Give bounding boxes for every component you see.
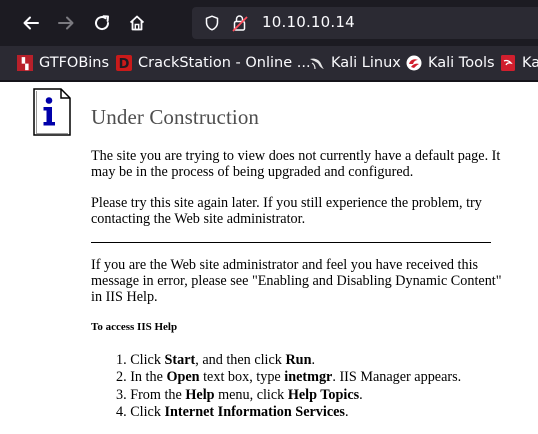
list-item: 1. Click Start, and then click Run. — [116, 352, 316, 368]
insecure-lock-icon[interactable] — [232, 14, 248, 32]
help-steps-list: 1. Click Start, and then click Run. 2. I… — [116, 352, 536, 421]
bookmark-kali-tools[interactable]: Kali Tools — [406, 53, 495, 73]
retry-paragraph: Please try this site again later. If you… — [91, 195, 482, 227]
kali-dragon-icon — [309, 55, 325, 71]
back-button[interactable] — [17, 9, 45, 37]
gtfobins-icon: ▚ — [17, 55, 33, 71]
reload-button[interactable] — [88, 9, 116, 37]
forward-button[interactable] — [52, 9, 80, 37]
crackstation-icon: D — [116, 55, 132, 71]
info-document-icon — [33, 88, 71, 136]
help-heading: To access IIS Help — [91, 321, 178, 333]
bookmarks-bar: ▚ GTFOBins D CrackStation - Online ... K… — [0, 46, 538, 80]
list-item: 3. From the Help menu, click Help Topics… — [116, 386, 363, 403]
intro-paragraph: The site you are trying to view does not… — [91, 148, 501, 180]
bookmark-kali-docs[interactable]: Kal — [500, 53, 538, 73]
browser-chrome: 10.10.10.14 ▚ GTFOBins D CrackStation - … — [0, 0, 538, 82]
shield-icon[interactable] — [204, 15, 220, 31]
browser-toolbar: 10.10.10.14 — [0, 0, 538, 46]
page-title: Under Construction — [91, 105, 260, 129]
url-text[interactable]: 10.10.10.14 — [262, 13, 355, 31]
kali-tools-icon — [406, 55, 422, 71]
home-button[interactable] — [123, 9, 151, 37]
page-content: Under Construction The site you are tryi… — [0, 82, 538, 434]
horizontal-divider — [91, 242, 491, 243]
svg-text:D: D — [119, 57, 130, 71]
address-bar[interactable]: 10.10.10.14 — [192, 7, 538, 39]
back-arrow-icon — [23, 16, 39, 30]
kali-docs-icon — [500, 55, 516, 71]
admin-paragraph: If you are the Web site administrator an… — [91, 257, 502, 305]
list-item: 2. In the Open text box, type inetmgr. I… — [116, 369, 462, 386]
bookmark-kali-linux[interactable]: Kali Linux — [309, 53, 401, 73]
bookmark-crackstation[interactable]: D CrackStation - Online ... — [116, 53, 311, 73]
bookmark-gtfobins[interactable]: ▚ GTFOBins — [17, 53, 109, 73]
home-icon — [129, 15, 145, 31]
reload-icon — [95, 15, 110, 31]
svg-text:▚: ▚ — [21, 57, 29, 71]
forward-arrow-icon — [58, 16, 74, 30]
list-item: 4. Click Internet Information Services. — [116, 403, 349, 420]
